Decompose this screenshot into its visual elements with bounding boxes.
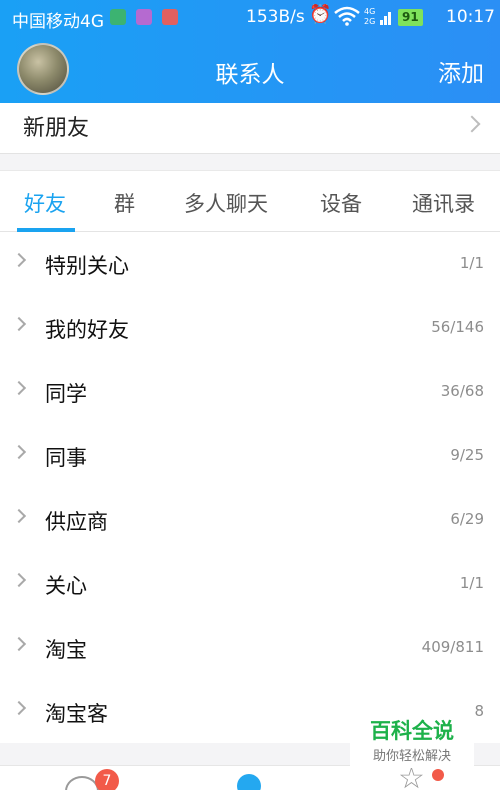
notification-dot — [432, 769, 444, 781]
network-speed: 153B/s — [246, 7, 305, 27]
tab-multi-chat[interactable]: 多人聊天 — [184, 188, 268, 218]
group-name: 淘宝 — [45, 638, 87, 662]
group-row-care[interactable]: 关心 1/1 — [0, 552, 500, 616]
group-name: 同学 — [45, 382, 87, 406]
group-name: 我的好友 — [45, 318, 129, 342]
group-name: 供应商 — [45, 510, 108, 534]
group-name: 淘宝客 — [45, 702, 108, 726]
tab-devices[interactable]: 设备 — [320, 188, 362, 218]
chevron-right-icon — [11, 700, 27, 716]
group-row-classmates[interactable]: 同学 36/68 — [0, 360, 500, 424]
friend-group-list: 特别关心 1/1 我的好友 56/146 同学 36/68 同事 9/25 供应… — [0, 232, 500, 743]
new-friends-label: 新朋友 — [23, 116, 90, 141]
group-name: 同事 — [45, 446, 87, 470]
messages-nav-icon[interactable] — [65, 776, 99, 790]
watermark-subtitle: 助你轻松解决 — [372, 749, 451, 764]
gallery-notification-icon — [136, 9, 152, 25]
battery-indicator: 91 — [398, 9, 423, 26]
group-count: 8 — [474, 702, 484, 720]
alarm-icon: ⏰ — [309, 4, 332, 25]
group-row-colleagues[interactable]: 同事 9/25 — [0, 424, 500, 488]
contact-tabs: 好友 群 多人聊天 设备 通讯录 — [0, 170, 500, 232]
chevron-right-icon — [11, 508, 27, 524]
carrier-label: 中国移动4G — [12, 12, 104, 32]
app-notification-icon — [162, 9, 178, 25]
tab-address-book[interactable]: 通讯录 — [412, 188, 475, 218]
chevron-right-icon — [11, 636, 27, 652]
bottom-navigation: ☆ — [0, 764, 500, 790]
chevron-right-icon — [11, 316, 27, 332]
group-count: 9/25 — [450, 446, 484, 464]
chevron-right-icon — [11, 572, 27, 588]
group-count: 409/811 — [421, 638, 484, 656]
messages-badge: 7 — [95, 769, 119, 790]
chevron-right-icon — [11, 444, 27, 460]
group-count: 36/68 — [440, 382, 484, 400]
wifi-icon — [334, 6, 360, 31]
group-count: 1/1 — [459, 574, 484, 592]
group-row-suppliers[interactable]: 供应商 6/29 — [0, 488, 500, 552]
group-row-special-care[interactable]: 特别关心 1/1 — [0, 232, 500, 296]
group-row-taobao[interactable]: 淘宝 409/811 — [0, 616, 500, 680]
watermark-title: 百科全说 — [370, 719, 454, 743]
contacts-nav-icon[interactable] — [237, 774, 261, 790]
group-name: 关心 — [45, 574, 87, 598]
group-row-my-friends[interactable]: 我的好友 56/146 — [0, 296, 500, 360]
group-count: 1/1 — [459, 254, 484, 272]
new-friends-row[interactable]: 新朋友 — [0, 103, 500, 154]
status-bar: 中国移动4G 153B/s ⏰ 4G 2G 91 10:17 — [0, 0, 500, 34]
watermark-logo: 百科全说 助你轻松解决 — [350, 712, 474, 768]
cellular-signal-icon: 4G 2G — [364, 6, 394, 29]
tab-groups[interactable]: 群 — [114, 188, 135, 218]
svg-text:4G: 4G — [364, 7, 375, 16]
chevron-right-icon — [11, 252, 27, 268]
chevron-right-icon — [11, 380, 27, 396]
tab-friends[interactable]: 好友 — [24, 188, 66, 218]
app-header: 中国移动4G 153B/s ⏰ 4G 2G 91 10:17 联系人 添加 — [0, 0, 500, 103]
wechat-notification-icon — [110, 9, 126, 25]
svg-text:2G: 2G — [364, 17, 375, 26]
group-count: 6/29 — [450, 510, 484, 528]
group-count: 56/146 — [431, 318, 484, 336]
clock: 10:17 — [446, 7, 495, 27]
page-title: 联系人 — [215, 62, 285, 88]
add-button[interactable]: 添加 — [438, 54, 484, 88]
group-name: 特别关心 — [45, 254, 129, 278]
chevron-right-icon — [463, 115, 481, 133]
